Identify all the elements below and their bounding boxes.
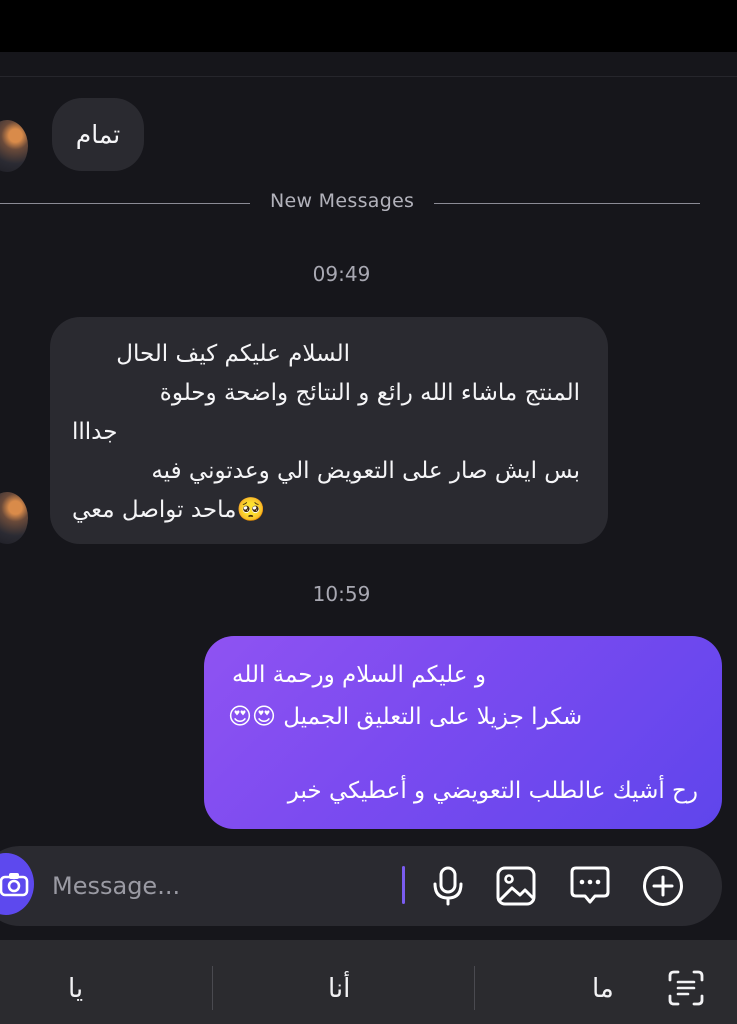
- suggestion-divider: [474, 966, 475, 1010]
- timestamp: 10:59: [312, 582, 371, 606]
- microphone-icon: [433, 866, 463, 906]
- message-line: شكرا جزيلا على التعليق الجميل 😍😍: [228, 704, 583, 730]
- timestamp: 09:49: [312, 262, 371, 286]
- message-line: و عليكم السلام ورحمة الله: [232, 662, 486, 688]
- suggestion-item[interactable]: ما: [592, 974, 614, 1004]
- new-messages-label: New Messages: [270, 190, 415, 212]
- suggestion-divider: [212, 966, 213, 1010]
- sticker-button[interactable]: [566, 862, 614, 910]
- chat-icon: [570, 866, 610, 904]
- camera-icon: [0, 873, 29, 897]
- message-bubble-outgoing[interactable]: و عليكم السلام ورحمة الله شكرا جزيلا على…: [204, 636, 722, 829]
- message-bubble-incoming[interactable]: السلام عليكم كيف الحال المنتج ماشاء الله…: [50, 317, 608, 544]
- add-button[interactable]: [639, 862, 687, 910]
- avatar[interactable]: [0, 120, 28, 172]
- text-cursor: [402, 866, 405, 904]
- top-bar: [0, 0, 737, 52]
- message-input[interactable]: [52, 866, 382, 906]
- message-line: جدااا: [72, 419, 118, 445]
- avatar[interactable]: [0, 492, 28, 544]
- divider-line-right: [434, 203, 700, 204]
- message-text: تمام: [75, 120, 121, 149]
- message-bubble-incoming[interactable]: تمام: [52, 98, 144, 171]
- divider-line-left: [0, 203, 250, 204]
- header-divider: [0, 76, 737, 77]
- message-line: المنتج ماشاء الله رائع و النتائج واضحة و…: [159, 380, 580, 406]
- plus-icon: [643, 866, 683, 906]
- message-line: رح أشيك عالطلب التعويضي و أعطيكي خبر: [287, 778, 698, 804]
- new-messages-divider: New Messages: [0, 190, 700, 218]
- microphone-button[interactable]: [424, 862, 472, 910]
- message-line: 🥺ماحد تواصل معي: [72, 497, 266, 523]
- keyboard-suggestion-bar: [0, 940, 737, 1024]
- image-icon: [496, 866, 536, 906]
- message-line: السلام عليكم كيف الحال: [116, 341, 350, 367]
- text-scan-icon: [668, 970, 704, 1006]
- message-line: بس ايش صار على التعويض الي وعدتوني فيه: [151, 458, 580, 484]
- suggestion-item[interactable]: أنا: [328, 974, 350, 1004]
- gallery-button[interactable]: [492, 862, 540, 910]
- text-scan-button[interactable]: [666, 968, 706, 1008]
- suggestion-item[interactable]: يا: [68, 974, 83, 1004]
